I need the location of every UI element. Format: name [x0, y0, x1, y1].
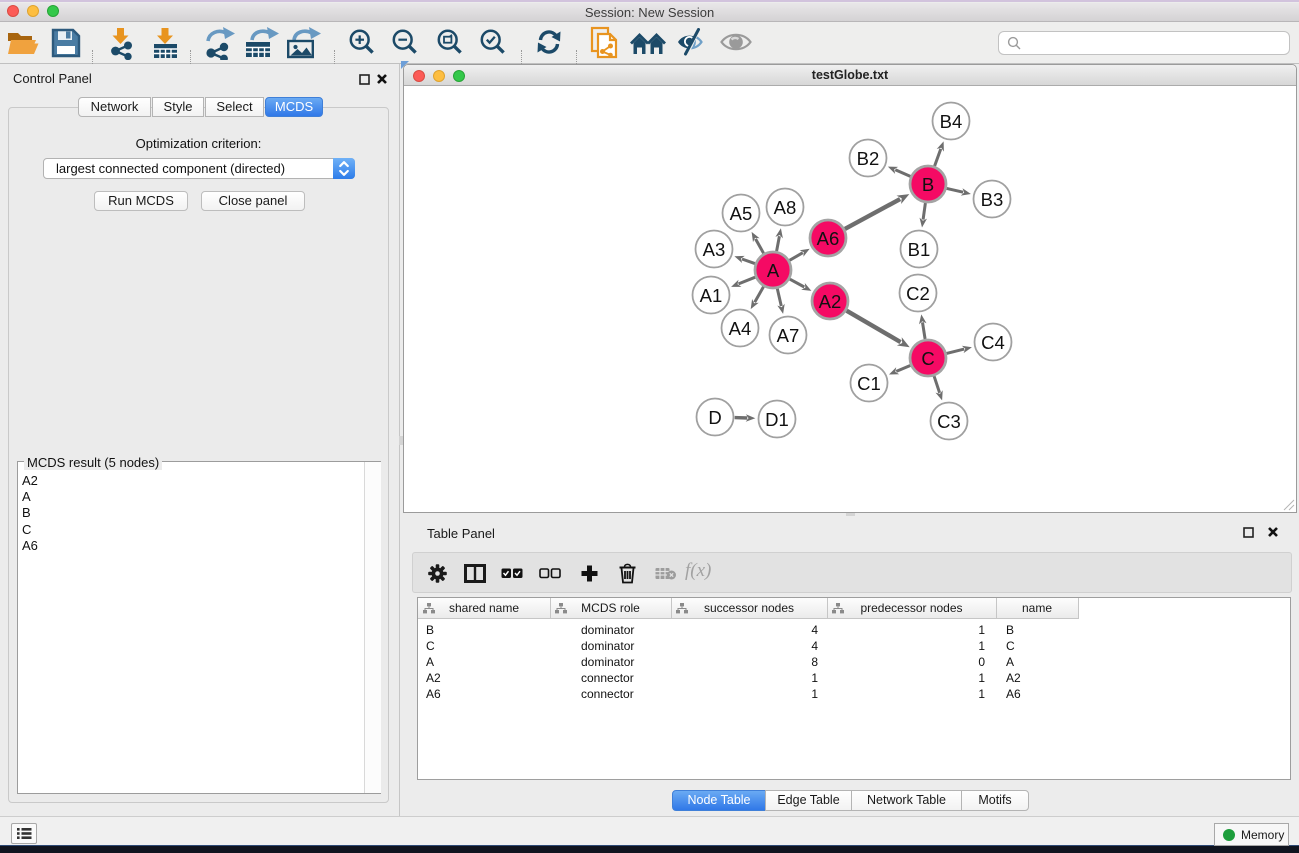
- svg-text:A6: A6: [817, 228, 840, 249]
- svg-text:C4: C4: [981, 332, 1005, 353]
- svg-text:D1: D1: [765, 409, 789, 430]
- svg-text:C3: C3: [937, 411, 961, 432]
- svg-text:B4: B4: [940, 111, 963, 132]
- svg-text:A: A: [767, 260, 780, 281]
- svg-text:A7: A7: [777, 325, 800, 346]
- svg-text:A1: A1: [700, 285, 723, 306]
- svg-text:A8: A8: [774, 197, 797, 218]
- svg-text:A4: A4: [729, 318, 752, 339]
- svg-text:A3: A3: [703, 239, 726, 260]
- svg-text:B: B: [922, 174, 934, 195]
- svg-text:C: C: [921, 348, 934, 369]
- svg-text:B2: B2: [857, 148, 880, 169]
- svg-text:A5: A5: [730, 203, 753, 224]
- svg-text:D: D: [708, 407, 721, 428]
- svg-text:C2: C2: [906, 283, 930, 304]
- svg-text:A2: A2: [819, 291, 842, 312]
- svg-text:B3: B3: [981, 189, 1004, 210]
- svg-text:B1: B1: [908, 239, 931, 260]
- svg-text:C1: C1: [857, 373, 881, 394]
